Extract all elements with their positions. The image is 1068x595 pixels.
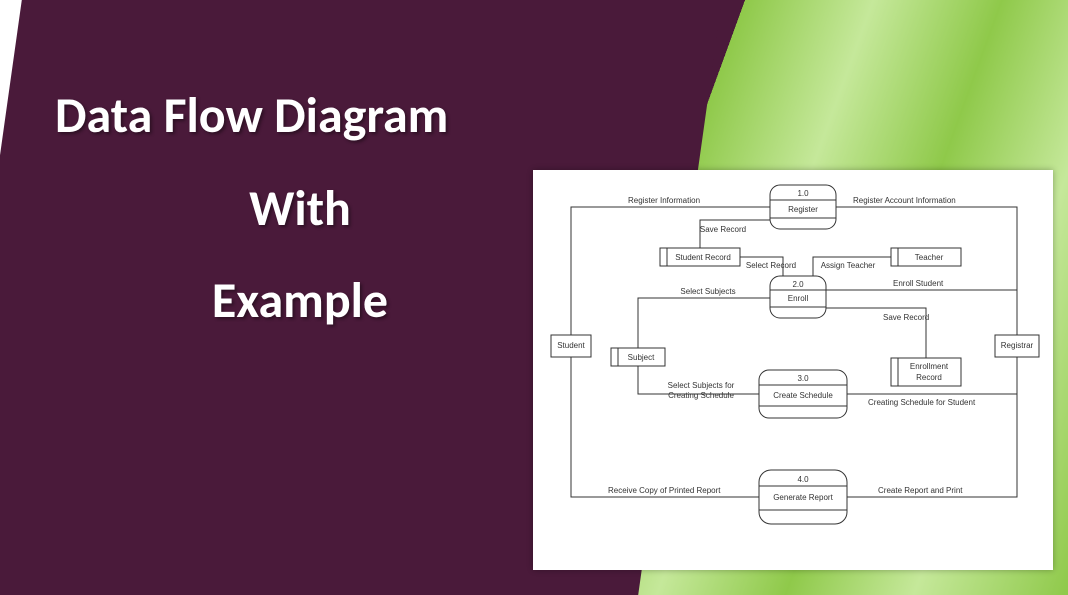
slide-title: Data Flow Diagram With Example (55, 70, 545, 348)
dfd-svg: Student Registrar 1.0 Register 2.0 Enrol… (533, 170, 1053, 570)
process-report-name: Generate Report (773, 493, 833, 502)
process-schedule-name: Create Schedule (773, 391, 833, 400)
flow-report-student-label: Receive Copy of Printed Report (608, 486, 721, 495)
flow-enroll-student-label: Enroll Student (893, 279, 944, 288)
process-register-id: 1.0 (797, 189, 809, 198)
title-line-1: Data Flow Diagram (55, 70, 545, 163)
flow-assign-teacher-label: Assign Teacher (821, 261, 876, 270)
dfd-example-figure: Student Registrar 1.0 Register 2.0 Enrol… (533, 170, 1053, 570)
process-schedule-id: 3.0 (797, 374, 809, 383)
flow-save-record-label: Save Record (700, 225, 746, 234)
process-enroll-name: Enroll (788, 294, 809, 303)
process-enroll-id: 2.0 (792, 280, 804, 289)
flow-report-student (571, 357, 759, 497)
flow-select-subjects-label: Select Subjects (680, 287, 735, 296)
datastore-enrollment-record-label-1: Enrollment (910, 362, 949, 371)
entity-student-label: Student (557, 341, 585, 350)
flow-report-registrar-label: Create Report and Print (878, 486, 963, 495)
process-report-id: 4.0 (797, 475, 809, 484)
title-line-2: With (55, 163, 545, 256)
process-register-name: Register (788, 205, 818, 214)
flow-register-account-label: Register Account Information (853, 196, 956, 205)
datastore-teacher-label: Teacher (915, 253, 944, 262)
flow-subjects-schedule-label-1: Select Subjects for (668, 381, 735, 390)
flow-save-enroll-record-label: Save Record (883, 313, 929, 322)
entity-registrar-label: Registrar (1001, 341, 1034, 350)
datastore-enrollment-record-label-2: Record (916, 373, 942, 382)
title-line-3: Example (55, 255, 545, 348)
flow-register-info-label: Register Information (628, 196, 700, 205)
flow-schedule-registrar-label: Creating Schedule for Student (868, 398, 976, 407)
flow-subjects-schedule-label-2: Creating Schedule (668, 391, 734, 400)
flow-select-record-label: Select Record (746, 261, 796, 270)
datastore-student-record-label: Student Record (675, 253, 731, 262)
datastore-subject-label: Subject (628, 353, 655, 362)
flow-select-subjects (638, 298, 770, 348)
